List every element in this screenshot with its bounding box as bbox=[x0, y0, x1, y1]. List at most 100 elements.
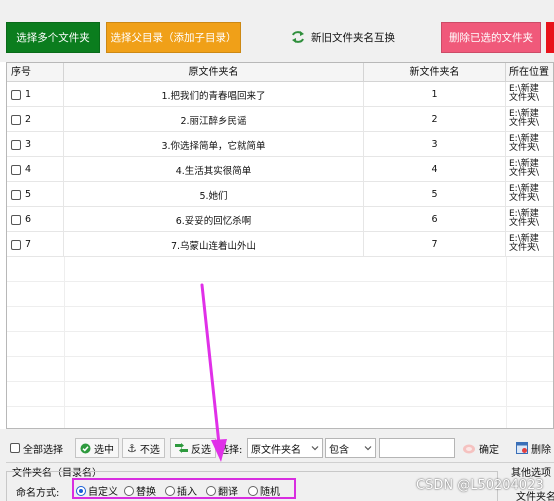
row-new-name[interactable]: 7 bbox=[364, 232, 506, 257]
row-original-name: 5.她们 bbox=[64, 182, 364, 207]
row-new-name[interactable]: 4 bbox=[364, 157, 506, 182]
delete-filter-label: 删除 bbox=[531, 444, 551, 456]
row-index: 5 bbox=[25, 189, 32, 200]
radio-custom-label: 自定义 bbox=[88, 487, 118, 498]
radio-insert[interactable]: 插入 bbox=[165, 483, 197, 498]
radio-translate-label: 翻译 bbox=[218, 487, 238, 498]
radio-dot[interactable] bbox=[124, 485, 134, 496]
row-checkbox[interactable] bbox=[11, 89, 21, 100]
empty-row bbox=[7, 257, 553, 282]
table-header: 序号 原文件夹名 新文件夹名 所在位置 bbox=[7, 63, 553, 82]
folder-table: 序号 原文件夹名 新文件夹名 所在位置 1 1.把我们的青春唱回来了 1 E:\… bbox=[6, 62, 554, 429]
empty-row bbox=[7, 332, 553, 357]
row-original-name: 7.乌蒙山连着山外山 bbox=[64, 232, 364, 257]
choose-label: 选择: bbox=[219, 444, 243, 456]
chevron-down-icon bbox=[311, 446, 319, 451]
radio-random[interactable]: 随机 bbox=[248, 483, 280, 498]
empty-row bbox=[7, 382, 553, 407]
anchor-icon: ⚓ bbox=[127, 441, 137, 455]
table-row[interactable]: 4 4.生活其实很简单 4 E:\新建 文件夹\ bbox=[7, 157, 553, 182]
radio-dot[interactable] bbox=[165, 485, 175, 496]
delete-filter-button[interactable]: 删除 bbox=[516, 438, 554, 458]
select-all-label: 全部选择 bbox=[23, 444, 63, 456]
row-location: E:\新建 文件夹\ bbox=[509, 134, 540, 153]
table-row[interactable]: 3 3.你选择简单，它就简单 3 E:\新建 文件夹\ bbox=[7, 132, 553, 157]
row-original-name: 1.把我们的青春唱回来了 bbox=[64, 82, 364, 107]
row-checkbox[interactable] bbox=[11, 239, 21, 250]
keyword-input[interactable] bbox=[379, 438, 455, 458]
invert-icon bbox=[175, 443, 188, 453]
extra-red-button[interactable] bbox=[546, 22, 554, 53]
select-all-box[interactable] bbox=[10, 443, 20, 453]
radio-random-label: 随机 bbox=[260, 487, 280, 498]
swap-names-label: 新旧文件夹名互换 bbox=[311, 31, 395, 44]
row-index: 4 bbox=[25, 164, 32, 175]
select-multiple-folders-button[interactable]: 选择多个文件夹 bbox=[6, 22, 100, 53]
naming-mode-highlight: 自定义 替换 插入 翻译 随机 bbox=[72, 478, 296, 499]
chevron-down-icon bbox=[364, 446, 372, 451]
empty-row bbox=[7, 282, 553, 307]
row-location: E:\新建 文件夹\ bbox=[509, 234, 540, 253]
check-circle-icon bbox=[80, 443, 91, 453]
radio-translate[interactable]: 翻译 bbox=[206, 483, 238, 498]
table-row[interactable]: 2 2.丽江醉乡民谣 2 E:\新建 文件夹\ bbox=[7, 107, 553, 132]
other-options-title: 其他选项 bbox=[511, 468, 551, 479]
row-new-name[interactable]: 6 bbox=[364, 207, 506, 232]
radio-replace[interactable]: 替换 bbox=[124, 483, 156, 498]
row-index: 2 bbox=[25, 114, 32, 125]
radio-insert-label: 插入 bbox=[177, 487, 197, 498]
row-checkbox[interactable] bbox=[11, 214, 21, 225]
table-row[interactable]: 1 1.把我们的青春唱回来了 1 E:\新建 文件夹\ bbox=[7, 82, 553, 107]
row-original-name: 2.丽江醉乡民谣 bbox=[64, 107, 364, 132]
row-checkbox[interactable] bbox=[11, 139, 21, 150]
radio-dot-selected[interactable] bbox=[76, 485, 86, 496]
select-all-checkbox[interactable]: 全部选择 bbox=[10, 438, 63, 458]
row-location: E:\新建 文件夹\ bbox=[509, 109, 540, 128]
empty-row bbox=[7, 307, 553, 332]
header-original-name[interactable]: 原文件夹名 bbox=[64, 63, 364, 82]
select-label: 选中 bbox=[94, 444, 114, 456]
header-location[interactable]: 所在位置 bbox=[506, 63, 553, 82]
radio-custom[interactable]: 自定义 bbox=[76, 483, 118, 498]
divider bbox=[6, 462, 554, 463]
select-button[interactable]: 选中 bbox=[75, 438, 119, 458]
row-original-name: 6.妥妥的回忆杀啊 bbox=[64, 207, 364, 232]
match-select-value: 包含 bbox=[329, 444, 349, 456]
swap-icon bbox=[292, 31, 304, 43]
row-original-name: 3.你选择简单，它就简单 bbox=[64, 132, 364, 157]
deselect-button[interactable]: ⚓ 不选 bbox=[122, 438, 165, 458]
row-checkbox[interactable] bbox=[11, 164, 21, 175]
confirm-button[interactable]: 确定 bbox=[462, 438, 499, 458]
row-new-name[interactable]: 2 bbox=[364, 107, 506, 132]
row-new-name[interactable]: 3 bbox=[364, 132, 506, 157]
row-checkbox[interactable] bbox=[11, 114, 21, 125]
row-location: E:\新建 文件夹\ bbox=[509, 84, 540, 103]
table-row[interactable]: 6 6.妥妥的回忆杀啊 6 E:\新建 文件夹\ bbox=[7, 207, 553, 232]
delete-selected-button[interactable]: 删除已选的文件夹 bbox=[441, 22, 541, 53]
watermark: CSDN @L50204023 bbox=[416, 478, 544, 493]
invert-button[interactable]: 反选 bbox=[170, 438, 216, 458]
row-index: 7 bbox=[25, 239, 32, 250]
top-toolbar: 选择多个文件夹 选择父目录（添加子目录） 新旧文件夹名互换 删除已选的文件夹 bbox=[0, 0, 554, 62]
field-select[interactable]: 原文件夹名 bbox=[247, 438, 323, 458]
header-index[interactable]: 序号 bbox=[7, 63, 64, 82]
row-index: 1 bbox=[25, 89, 32, 100]
delete-window-icon bbox=[516, 442, 528, 454]
match-select[interactable]: 包含 bbox=[325, 438, 376, 458]
row-new-name[interactable]: 5 bbox=[364, 182, 506, 207]
empty-row bbox=[7, 357, 553, 382]
radio-dot[interactable] bbox=[248, 485, 258, 496]
naming-mode-label: 命名方式: bbox=[16, 488, 60, 499]
row-location: E:\新建 文件夹\ bbox=[509, 159, 540, 178]
table-row[interactable]: 7 7.乌蒙山连着山外山 7 E:\新建 文件夹\ bbox=[7, 232, 553, 257]
row-index: 3 bbox=[25, 139, 32, 150]
table-row[interactable]: 5 5.她们 5 E:\新建 文件夹\ bbox=[7, 182, 553, 207]
field-select-value: 原文件夹名 bbox=[251, 444, 301, 456]
select-parent-dir-button[interactable]: 选择父目录（添加子目录） bbox=[106, 22, 241, 53]
swap-names-button[interactable]: 新旧文件夹名互换 bbox=[285, 26, 395, 48]
row-checkbox[interactable] bbox=[11, 189, 21, 200]
confirm-label: 确定 bbox=[479, 444, 499, 456]
row-new-name[interactable]: 1 bbox=[364, 82, 506, 107]
header-new-name[interactable]: 新文件夹名 bbox=[364, 63, 506, 82]
radio-dot[interactable] bbox=[206, 485, 216, 496]
